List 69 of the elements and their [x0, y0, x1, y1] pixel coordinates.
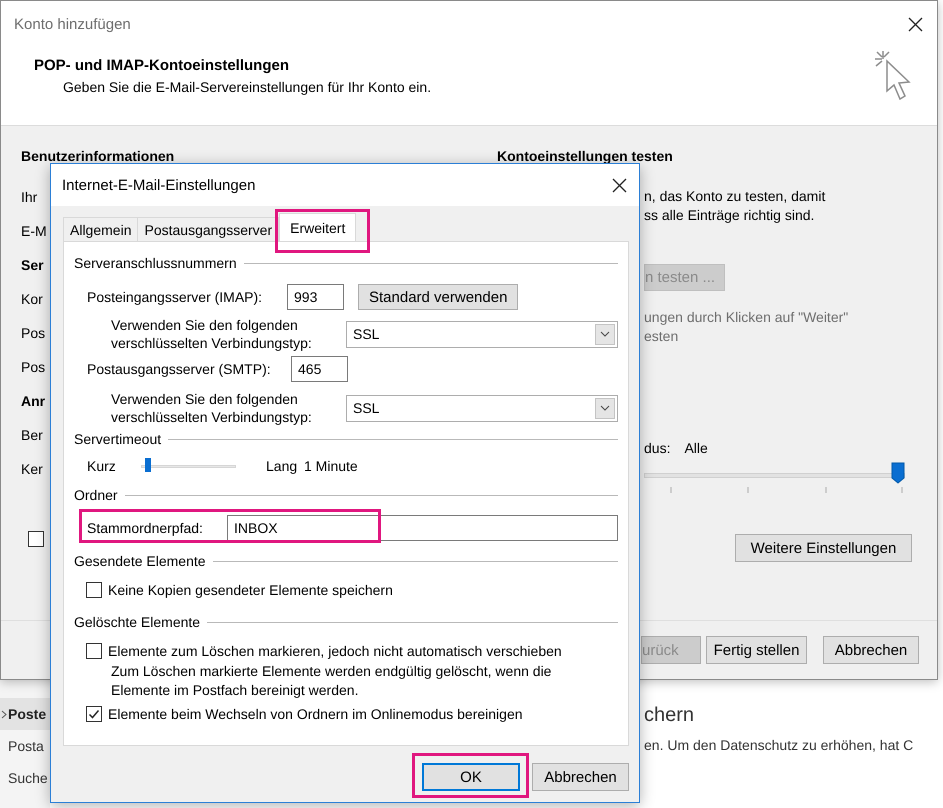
mode-value: Alle	[684, 439, 708, 458]
field-label: E-M	[21, 222, 47, 241]
section-heading: chern	[644, 704, 694, 727]
group-heading: Anr	[21, 392, 46, 411]
field-label: Postausgangsserver (SMTP):	[87, 361, 272, 377]
group-heading: Kontoeinstellungen testen	[497, 147, 674, 166]
field-label: Ker	[21, 460, 43, 479]
dialog-heading: POP- und IMAP-Kontoeinstellungen	[34, 57, 290, 74]
description-text: n, das Konto zu testen, damit	[644, 187, 826, 206]
note-text: Zum Löschen markierte Elemente werden endgültig gelöscht, wenn die Elemente im Postfach bereinigt werden.	[111, 662, 552, 700]
checkbox-label: Keine Kopien gesendeter Elemente speichern	[108, 582, 393, 598]
port-field[interactable]: 465	[291, 356, 348, 382]
checkbox-label: Elemente beim Wechseln von Ordnern im Onlinemodus bereinigen	[108, 706, 523, 722]
default-button[interactable]: Standard verwenden	[358, 284, 518, 310]
dialog-subtitle: Geben Sie die E-Mail-Servereinstellungen für Ihr Konto ein.	[63, 79, 432, 95]
more-settings-button[interactable]: Weitere Einstellungen	[735, 534, 912, 562]
field-label: Posteingangsserver (IMAP):	[87, 289, 264, 305]
mode-slider[interactable]	[644, 460, 905, 494]
slider-thumb[interactable]	[891, 462, 905, 484]
field-label: Kor	[21, 290, 43, 309]
field-label: Pos	[21, 324, 46, 343]
chevron-icon	[1, 710, 7, 719]
checkbox[interactable]	[86, 706, 102, 722]
encryption-dropdown[interactable]: SSL	[346, 394, 618, 422]
section-title: Serveranschlussnummern	[74, 254, 618, 272]
tab[interactable]: Allgemein	[63, 217, 138, 241]
root-folder-field[interactable]: INBOX	[227, 515, 618, 541]
encryption-dropdown[interactable]: SSL	[346, 320, 618, 348]
section-title: Gesendete Elemente	[74, 552, 618, 570]
checkbox[interactable]	[86, 582, 102, 598]
dialog-button[interactable]: OK	[422, 763, 520, 791]
section-title: Servertimeout	[74, 430, 618, 448]
checkbox[interactable]	[28, 531, 44, 547]
slider-thumb[interactable]	[145, 458, 152, 472]
checkbox-label: Elemente zum Löschen markieren, jedoch nicht automatisch verschieben	[108, 643, 562, 659]
field-label: Kurz	[87, 458, 117, 474]
dialog-button[interactable]: Abbrechen	[532, 763, 629, 791]
dialog-title: Internet-E-Mail-Einstellungen	[62, 176, 256, 194]
field-label: Stammordnerpfad:	[87, 520, 204, 536]
field-label: Ber	[21, 426, 43, 445]
dialog-button[interactable]: Fertig stellen	[706, 636, 807, 664]
field-label: Pos	[21, 358, 46, 377]
port-field[interactable]: 993	[287, 284, 344, 310]
tab[interactable]: Erweitert	[279, 213, 356, 241]
nav-item[interactable]: Poste	[0, 698, 50, 730]
group-heading: Ser	[21, 256, 44, 275]
timeout-value: 1 Minute	[304, 458, 358, 474]
field-label: Ihr	[21, 188, 38, 207]
nav-item[interactable]: Suche	[0, 762, 50, 794]
nav-item[interactable]: Posta	[0, 730, 50, 762]
field-label: Verwenden Sie den folgenden verschlüsselten Verbindungstyp:	[111, 316, 313, 352]
dialog-button[interactable]: Abbrechen	[823, 636, 919, 664]
section-title: Gelöschte Elemente	[74, 613, 618, 631]
tab[interactable]: Postausgangsserver	[137, 217, 280, 241]
checkbox[interactable]	[86, 643, 102, 659]
mode-label: dus:	[644, 439, 670, 458]
window-title: Konto hinzufügen	[14, 16, 131, 32]
field-label: Verwenden Sie den folgenden verschlüsselten Verbindungstyp:	[111, 390, 313, 426]
chevron-down-icon	[600, 405, 610, 411]
chevron-down-icon	[600, 331, 610, 337]
description-text: esten	[644, 327, 678, 346]
info-text: en. Um den Datenschutz zu erhöhen, hat C	[644, 737, 914, 753]
close-icon[interactable]	[908, 16, 923, 32]
group-heading: Benutzerinformationen	[21, 147, 174, 166]
close-icon[interactable]	[612, 178, 627, 192]
field-label: Lang	[266, 458, 298, 474]
description-text: ungen durch Klicken auf "Weiter"	[644, 308, 848, 327]
section-title: Ordner	[74, 486, 618, 504]
description-text: ss alle Einträge richtig sind.	[644, 206, 814, 225]
